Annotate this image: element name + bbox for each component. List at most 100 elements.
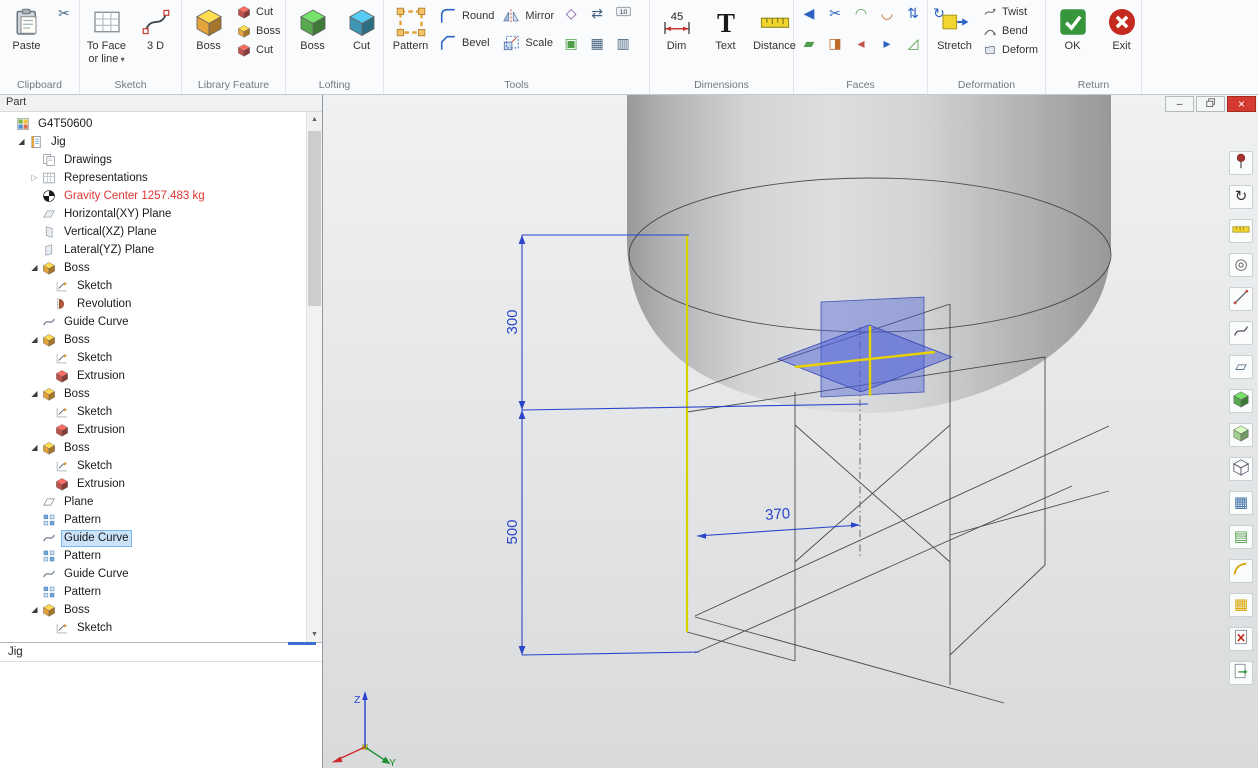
cut-button[interactable]: Cut [338, 2, 385, 68]
table-tool-button[interactable]: ▦ [1229, 593, 1253, 617]
3-d-button[interactable]: 3 D [132, 2, 179, 68]
collapse-arrow-icon[interactable]: ◢ [28, 331, 41, 349]
tree-item-guide-curve[interactable]: Guide Curve [0, 313, 306, 331]
collapse-arrow-icon[interactable]: ◢ [28, 259, 41, 277]
minimize-button[interactable]: – [1165, 96, 1194, 112]
twist-button[interactable]: Twist [980, 2, 1030, 21]
expand-arrow-icon[interactable]: ▷ [28, 169, 41, 187]
cut-scissors-button[interactable]: ✂ [53, 3, 75, 25]
scroll-down-button[interactable]: ▼ [307, 627, 322, 642]
face-trim-button[interactable]: ✂ [824, 3, 846, 25]
tree-item-sketch[interactable]: Sketch [0, 403, 306, 421]
bend-button[interactable]: Bend [980, 21, 1031, 40]
grid-tool2-button[interactable]: ▥ [612, 33, 634, 55]
round-button[interactable]: Round [436, 2, 497, 29]
delete-doc-button[interactable] [1229, 627, 1253, 651]
tree-item-g4t50600[interactable]: G4T50600 [0, 115, 306, 133]
collapse-arrow-icon[interactable]: ◢ [28, 439, 41, 457]
solid-view-button[interactable] [1229, 389, 1253, 413]
ok-button[interactable]: OK [1049, 2, 1096, 68]
scrollbar-track[interactable] [307, 127, 322, 627]
tree-item-horizontal-xy-plane[interactable]: Horizontal(XY) Plane [0, 205, 306, 223]
paste-button[interactable]: Paste [3, 2, 50, 68]
panel-splitter-handle[interactable] [288, 642, 316, 645]
collapse-arrow-icon[interactable]: ◢ [28, 601, 41, 619]
tree-item-revolution[interactable]: Revolution [0, 295, 306, 313]
grid-tool-button[interactable]: ▦ [586, 33, 608, 55]
tree-item-lateral-yz-plane[interactable]: Lateral(YZ) Plane [0, 241, 306, 259]
surface-tool-button[interactable]: ▣ [560, 33, 582, 55]
tree-item-extrusion[interactable]: Extrusion [0, 367, 306, 385]
face-left-button[interactable]: ◂ [850, 33, 872, 55]
cut-button[interactable]: Cut [234, 40, 276, 59]
tree-item-extrusion[interactable]: Extrusion [0, 421, 306, 439]
wireframe-view-button[interactable] [1229, 457, 1253, 481]
link-tool-button[interactable]: ⇄ [586, 3, 608, 25]
views-grid-button[interactable]: ▦ [1229, 491, 1253, 515]
pattern-button[interactable]: Pattern [387, 2, 434, 68]
face-move-button[interactable]: ◀ [798, 3, 820, 25]
mirror-button[interactable]: Mirror [499, 2, 557, 29]
tree-item-gravity-center-1257-483-kg[interactable]: Gravity Center 1257.483 kg [0, 187, 306, 205]
face-draft-button[interactable]: ◿ [902, 33, 924, 55]
tree-item-boss[interactable]: ◢Boss [0, 259, 306, 277]
cut-button[interactable]: Cut [234, 2, 276, 21]
tree-item-pattern[interactable]: Pattern [0, 583, 306, 601]
restore-button[interactable] [1196, 96, 1225, 112]
sheet-view-button[interactable]: ▤ [1229, 525, 1253, 549]
tree-item-pattern[interactable]: Pattern [0, 511, 306, 529]
tree-item-sketch[interactable]: Sketch [0, 457, 306, 475]
distance-button[interactable]: Distance [751, 2, 798, 68]
tree-item-jig[interactable]: ◢Jig [0, 133, 306, 151]
rotate-view-button[interactable]: ↻ [1229, 185, 1253, 209]
tree-item-vertical-xz-plane[interactable]: Vertical(XZ) Plane [0, 223, 306, 241]
precision-tool-button[interactable]: 10 [612, 3, 634, 25]
export-doc-button[interactable] [1229, 661, 1253, 685]
axis-line-button[interactable] [1229, 287, 1253, 311]
tree-item-extrusion[interactable]: Extrusion [0, 475, 306, 493]
tree-item-boss[interactable]: ◢Boss [0, 601, 306, 619]
scale-button[interactable]: Scale [499, 29, 556, 56]
spline-tool-button[interactable] [1229, 321, 1253, 345]
measure-ruler-button[interactable] [1229, 219, 1253, 243]
face-right-button[interactable]: ▸ [876, 33, 898, 55]
tree-item-pattern[interactable]: Pattern [0, 547, 306, 565]
origin-button[interactable]: ◎ [1229, 253, 1253, 277]
collapse-arrow-icon[interactable]: ◢ [15, 133, 28, 151]
boss-button[interactable]: Boss [185, 2, 232, 68]
tree-item-guide-curve[interactable]: Guide Curve [0, 529, 306, 547]
stretch-button[interactable]: Stretch [931, 2, 978, 68]
face-swap-button[interactable]: ⇅ [902, 3, 924, 25]
tree-item-sketch[interactable]: Sketch [0, 277, 306, 295]
boss-button[interactable]: Boss [234, 21, 283, 40]
close-button[interactable]: × [1227, 96, 1256, 112]
diamond-tool-button[interactable]: ◇ [560, 3, 582, 25]
boss-button[interactable]: Boss [289, 2, 336, 68]
scroll-up-button[interactable]: ▲ [307, 112, 322, 127]
tree-item-boss[interactable]: ◢Boss [0, 331, 306, 349]
deform-button[interactable]: Deform [980, 40, 1041, 59]
text-button[interactable]: TText [702, 2, 749, 68]
collapse-arrow-icon[interactable]: ◢ [28, 385, 41, 403]
plane-select-button[interactable]: ▱ [1229, 355, 1253, 379]
face-extend-button[interactable]: ▰ [798, 33, 820, 55]
tree-item-guide-curve[interactable]: Guide Curve [0, 565, 306, 583]
shaded-view-button[interactable] [1229, 423, 1253, 447]
3d-scene[interactable]: 300 500 370 Z Y [323, 95, 1258, 768]
face-shell-button[interactable]: ◡ [876, 3, 898, 25]
tree-item-plane[interactable]: Plane [0, 493, 306, 511]
tree-item-sketch[interactable]: Sketch [0, 619, 306, 637]
pin-button[interactable] [1229, 151, 1253, 175]
face-offset-button[interactable]: ◨ [824, 33, 846, 55]
to-face-or-line-button[interactable]: To Face or line ▾ [83, 2, 130, 68]
tree-item-boss[interactable]: ◢Boss [0, 385, 306, 403]
tree-item-boss[interactable]: ◢Boss [0, 439, 306, 457]
tree-item-drawings[interactable]: Drawings [0, 151, 306, 169]
exit-button[interactable]: Exit [1098, 2, 1145, 68]
sweep-tool-button[interactable] [1229, 559, 1253, 583]
scrollbar-thumb[interactable] [308, 131, 321, 306]
tree-scrollbar[interactable]: ▲ ▼ [306, 112, 322, 642]
tree-item-sketch[interactable]: Sketch [0, 349, 306, 367]
tree-item-representations[interactable]: ▷Representations [0, 169, 306, 187]
3d-viewport[interactable]: 300 500 370 Z Y – × ↻ ◎ ▱ ▦ ▤ ▦ [323, 95, 1258, 768]
